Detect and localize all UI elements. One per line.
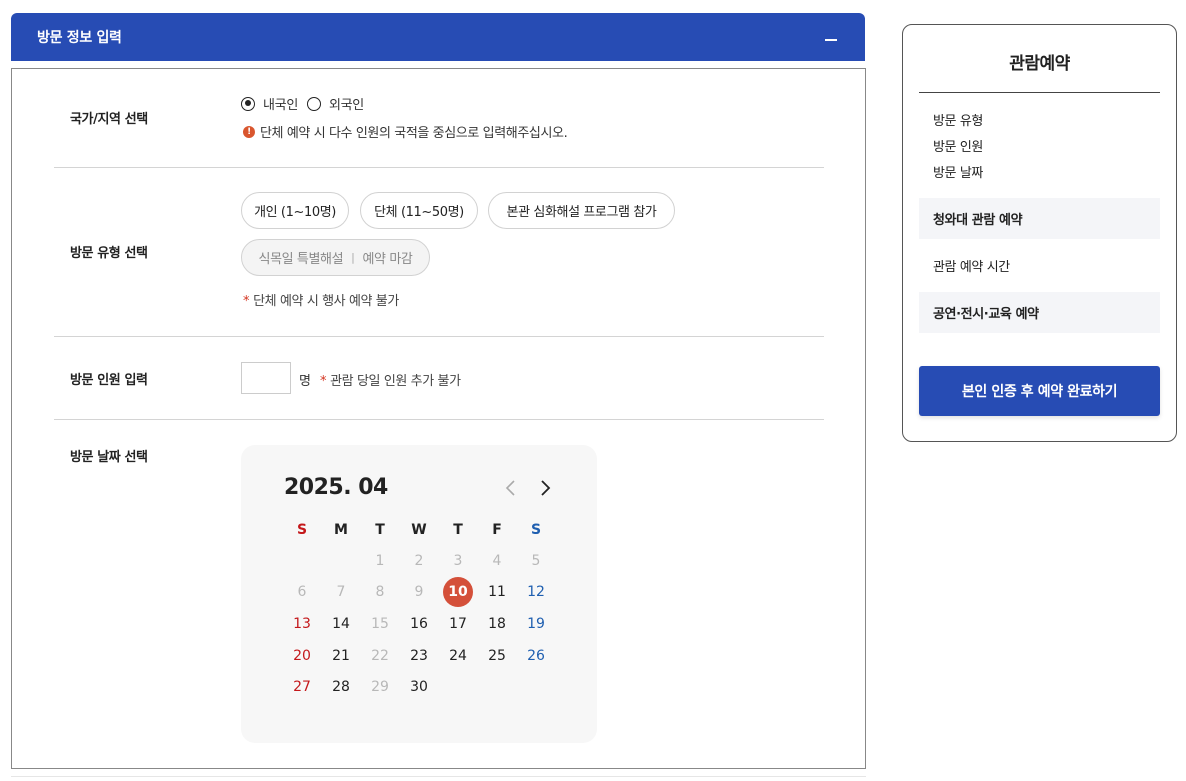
nationality-notice-text: 단체 예약 시 다수 인원의 국적을 중심으로 입력해주십시오.: [260, 126, 568, 141]
calendar-day[interactable]: 13: [287, 609, 317, 639]
calendar-day[interactable]: 16: [404, 609, 434, 639]
calendar-day: 5: [531, 553, 541, 569]
calendar-day[interactable]: 28: [326, 672, 356, 702]
chip-individual[interactable]: 개인 (1~10명): [241, 192, 349, 229]
divider: [54, 336, 824, 337]
divider: [54, 419, 824, 420]
weekday-header: F: [492, 522, 502, 538]
section-performance-reservation[interactable]: 공연·전시·교육 예약: [919, 292, 1160, 333]
calendar-day[interactable]: 21: [326, 641, 356, 671]
calendar-day[interactable]: 17: [443, 609, 473, 639]
chevron-right-icon[interactable]: [534, 477, 556, 499]
radio-domestic[interactable]: 내국인: [241, 94, 298, 113]
summary-visit-type: 방문 유형: [933, 114, 983, 129]
required-star: *: [320, 374, 327, 389]
calendar-day: 2: [414, 553, 424, 569]
chip-arbor-day-label: 식목일 특별해설: [258, 252, 344, 267]
chevron-left-icon[interactable]: [500, 477, 522, 499]
calendar-day[interactable]: 11: [482, 577, 512, 607]
section-tour-time[interactable]: 관람 예약 시간: [933, 256, 1010, 275]
weekday-header: S: [530, 522, 542, 538]
calendar-day: 3: [453, 553, 463, 569]
weekday-header: W: [411, 522, 427, 538]
calendar-day: 8: [375, 584, 385, 600]
divider: [11, 776, 866, 777]
calendar-month-title: 2025. 04: [284, 475, 388, 500]
calendar-day: 22: [371, 648, 389, 664]
calendar: 2025. 04 S M T W T F S 1 2 3 4 5 6 7 8 9 10 11 12 13 14 15 16 1…: [241, 445, 597, 743]
calendar-day: 4: [492, 553, 502, 569]
visit-type-note: * 단체 예약 시 행사 예약 불가: [243, 290, 399, 309]
calendar-day[interactable]: 19: [521, 609, 551, 639]
weekday-header: S: [296, 522, 308, 538]
weekday-header: T: [453, 522, 463, 538]
calendar-day[interactable]: 14: [326, 609, 356, 639]
summary-visitors: 방문 인원: [933, 140, 983, 155]
calendar-day: 1: [375, 553, 385, 569]
calendar-day[interactable]: 12: [521, 577, 551, 607]
weekday-header: T: [375, 522, 385, 538]
radio-foreign-control[interactable]: [306, 96, 321, 111]
sidebar-title: 관람예약: [1009, 54, 1070, 74]
summary-visit-date: 방문 날짜: [933, 166, 983, 181]
visit-info-header: 방문 정보 입력: [11, 13, 865, 61]
visitors-note: * 관람 당일 인원 추가 불가: [320, 370, 461, 389]
visitor-count-input[interactable]: [241, 362, 291, 394]
chip-arbor-day-status: 예약 마감: [362, 252, 413, 267]
submit-reservation-button[interactable]: 본인 인증 후 예약 완료하기: [919, 366, 1160, 416]
radio-domestic-label: 내국인: [263, 98, 298, 113]
collapse-icon[interactable]: [825, 30, 839, 44]
calendar-day: 9: [414, 584, 424, 600]
calendar-day: 29: [371, 679, 389, 695]
chip-deep-tour-program[interactable]: 본관 심화해설 프로그램 참가: [488, 192, 675, 229]
visitor-unit: 명: [299, 374, 311, 389]
visitors-label: 방문 인원 입력: [70, 373, 148, 388]
chip-group[interactable]: 단체 (11~50명): [360, 192, 478, 229]
radio-foreign-label: 외국인: [328, 98, 364, 113]
nationality-radio-group: 내국인 외국인: [241, 94, 373, 113]
reservation-sidebar: 관람예약 방문 유형 방문 인원 방문 날짜 청와대 관람 예약 관람 예약 시…: [902, 24, 1177, 442]
calendar-day[interactable]: 23: [404, 641, 434, 671]
calendar-day[interactable]: 20: [287, 641, 317, 671]
visit-info-form: 국가/지역 선택 내국인 외국인 ! 단체 예약 시 다수 인원의 국적을 중심…: [11, 68, 866, 769]
visit-date-label: 방문 날짜 선택: [70, 450, 148, 465]
radio-domestic-control[interactable]: [241, 96, 255, 111]
required-star: *: [243, 294, 250, 309]
section-cheongwadae-tour[interactable]: 청와대 관람 예약: [919, 198, 1160, 239]
calendar-day: 6: [297, 584, 307, 600]
nationality-notice: ! 단체 예약 시 다수 인원의 국적을 중심으로 입력해주십시오.: [243, 122, 568, 141]
calendar-day[interactable]: 27: [287, 672, 317, 702]
visit-type-note-text: 단체 예약 시 행사 예약 불가: [253, 294, 399, 309]
calendar-day-today[interactable]: 10: [443, 577, 473, 607]
divider: [919, 92, 1160, 93]
radio-foreign[interactable]: 외국인: [306, 94, 364, 113]
calendar-day: 7: [336, 584, 346, 600]
chip-arbor-day-special: 식목일 특별해설 | 예약 마감: [241, 239, 430, 276]
divider: [54, 167, 824, 168]
weekday-header: M: [334, 522, 348, 538]
visit-type-label: 방문 유형 선택: [70, 246, 148, 261]
calendar-day: 15: [371, 616, 389, 632]
calendar-day[interactable]: 25: [482, 641, 512, 671]
visitors-note-text: 관람 당일 인원 추가 불가: [330, 374, 461, 389]
panel-title: 방문 정보 입력: [37, 30, 122, 46]
alert-icon: !: [243, 125, 255, 138]
chip-separator: |: [351, 251, 355, 264]
nationality-label: 국가/지역 선택: [70, 112, 148, 127]
calendar-day[interactable]: 18: [482, 609, 512, 639]
calendar-day[interactable]: 30: [404, 672, 434, 702]
calendar-day[interactable]: 26: [521, 641, 551, 671]
calendar-day[interactable]: 24: [443, 641, 473, 671]
